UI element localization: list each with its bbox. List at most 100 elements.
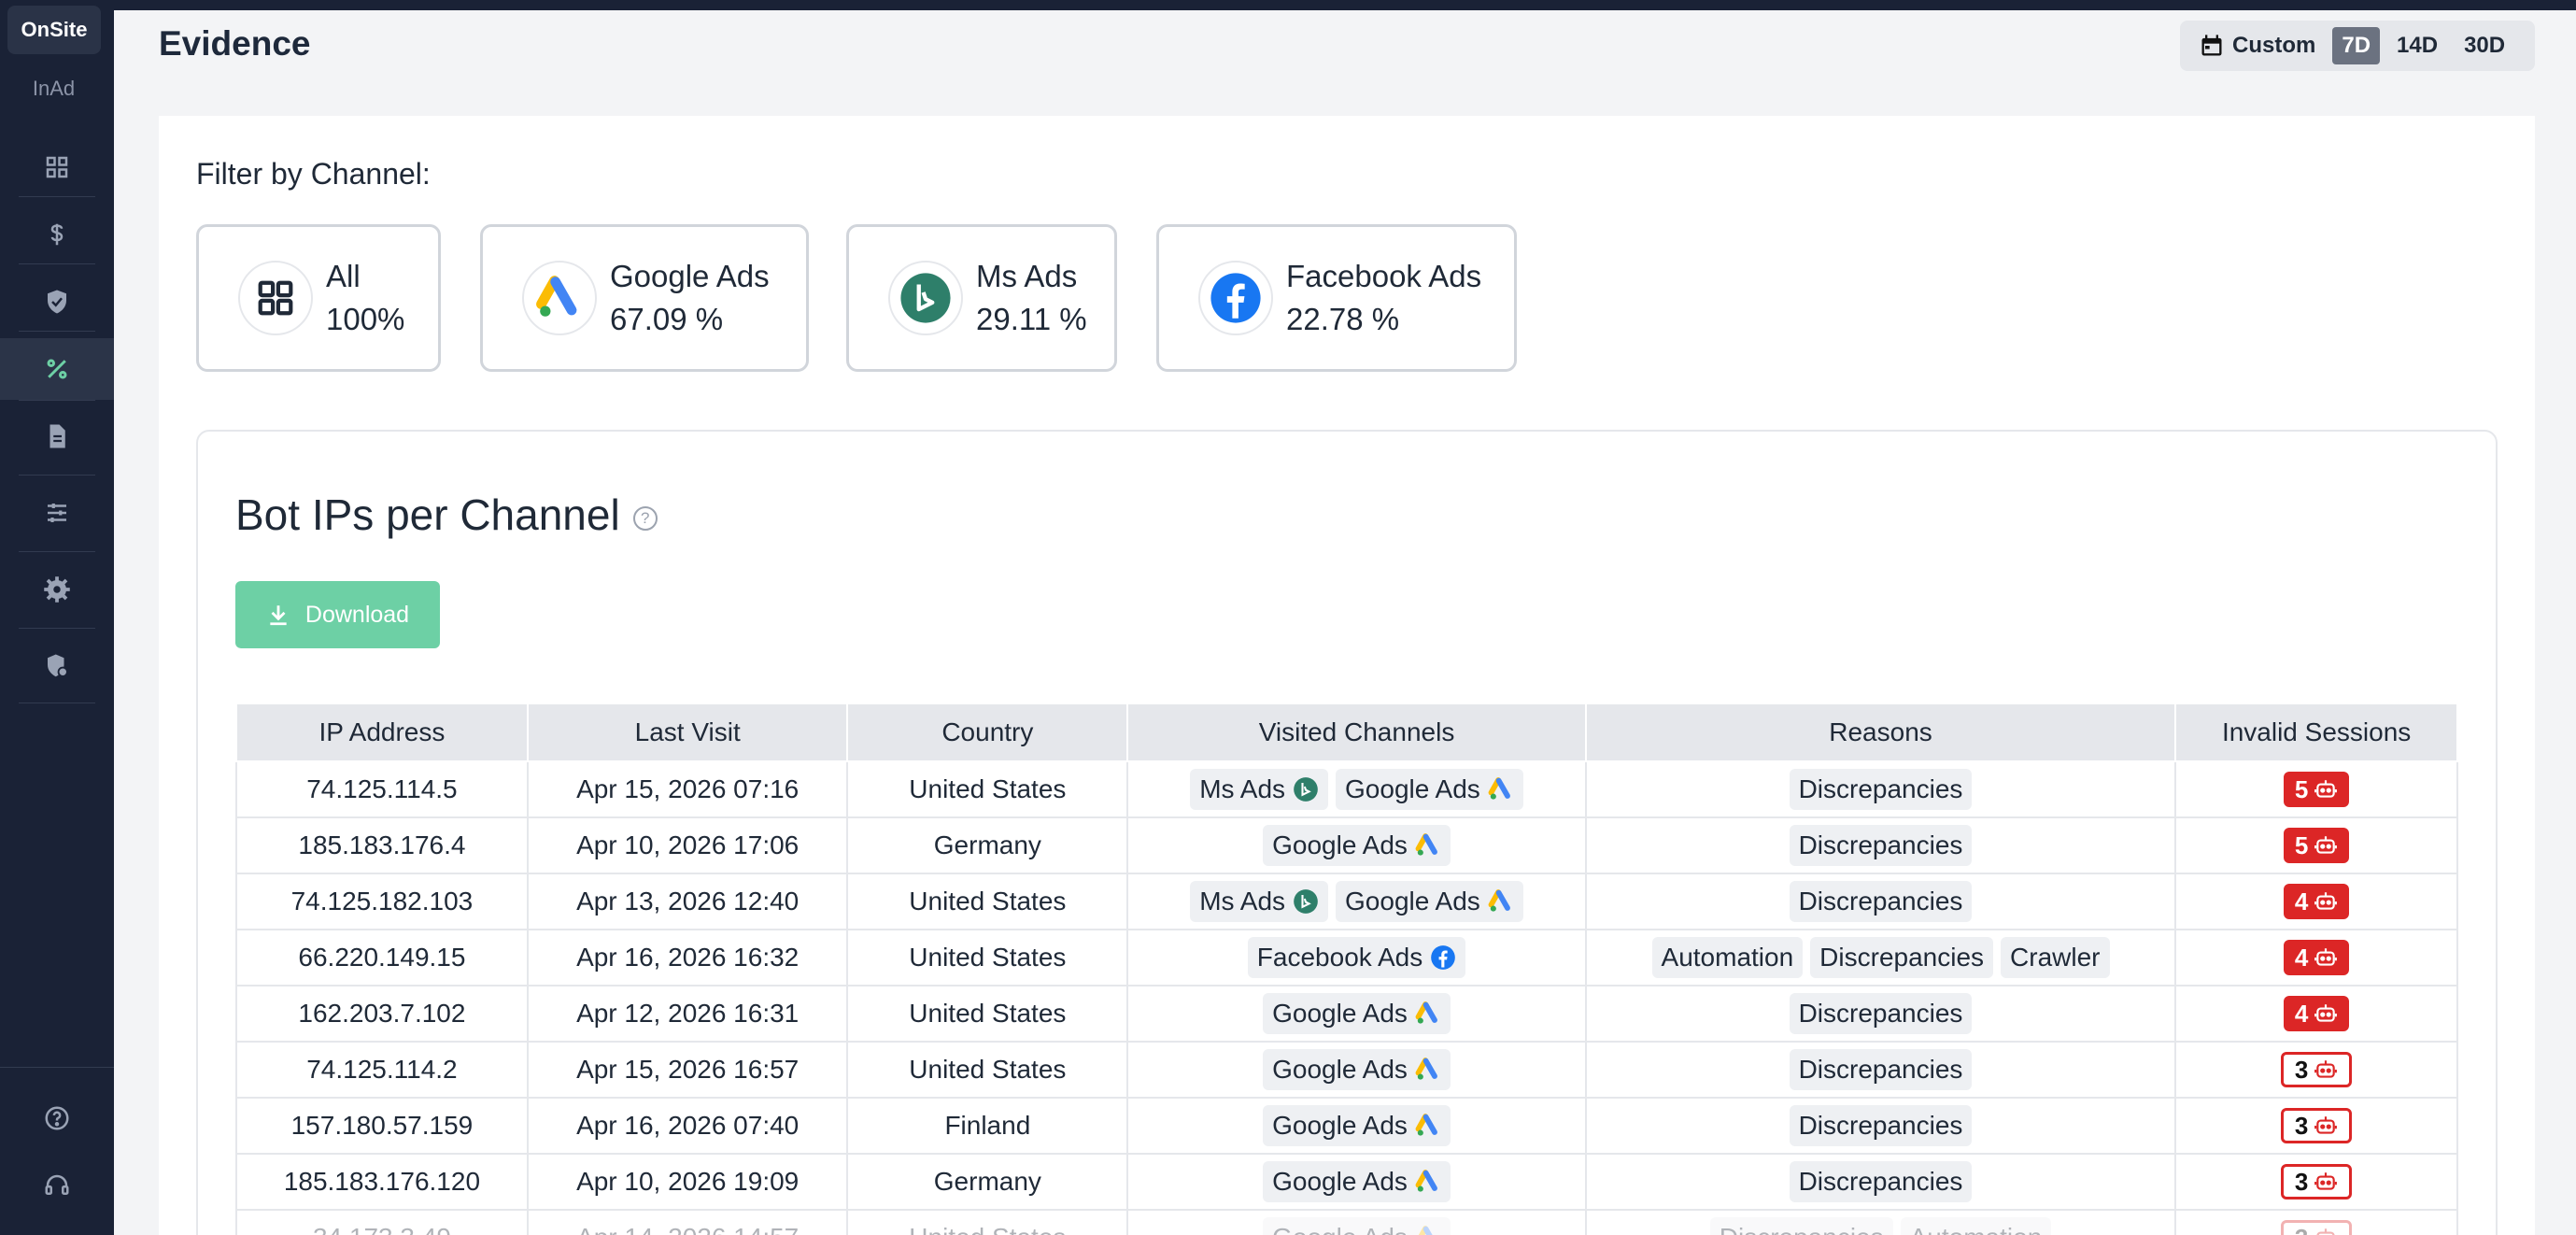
divider [19,263,95,264]
range-30d-button[interactable]: 30D [2455,27,2514,64]
invalid-sessions-badge[interactable]: 4 [2283,940,2350,975]
country-cell: Germany [846,816,1129,874]
channel-percentage: 22.78 % [1286,302,1400,336]
divider [19,628,95,629]
reason-chip: Discrepancies [1789,881,1973,922]
session-count: 3 [2294,1111,2309,1140]
last-visit-cell: Apr 16, 2026 16:32 [526,929,849,987]
session-count: 4 [2294,887,2309,916]
reason-chip: Discrepancies [1789,1049,1973,1090]
invalid-sessions-cell: 3 [2174,1097,2458,1155]
range-14d-button[interactable]: 14D [2387,27,2447,64]
divider [0,1067,114,1068]
sidebar-item-evidence[interactable] [0,338,114,400]
table-row[interactable]: 66.220.149.15 Apr 16, 2026 16:32 United St… [235,929,2458,987]
column-header[interactable]: Country [846,703,1129,762]
google-ads-icon [1488,888,1514,915]
last-visit-cell: Apr 10, 2026 17:06 [526,816,849,874]
sidebar-item-settings[interactable] [0,559,114,620]
reasons-cell: Discrepancies Automation [1584,1209,2177,1235]
sidebar-item-dashboard[interactable] [0,136,114,198]
table-row[interactable]: 74.125.114.2 Apr 15, 2026 16:57 United Sta… [235,1041,2458,1099]
table-row[interactable]: 157.180.57.159 Apr 16, 2026 07:40 Finland G… [235,1097,2458,1155]
brand-onsite-button[interactable]: OnSite [7,6,101,54]
channel-filter-ms-ads[interactable]: Ms Ads 29.11 % [846,224,1117,372]
channel-chip: Google Ads [1263,993,1451,1034]
grid-icon [238,261,313,335]
help-icon[interactable]: ? [632,506,658,531]
reasons-cell: Discrepancies [1584,1153,2177,1211]
channel-chip-label: Ms Ads [1199,887,1286,916]
channel-percentage: 67.09 % [610,302,724,336]
channel-chip: Facebook Ads [1247,937,1466,978]
download-button[interactable]: Download [235,581,440,648]
sidebar-item-security-settings[interactable] [0,635,114,697]
invalid-sessions-cell: 5 [2174,760,2458,818]
sidebar-item-billing[interactable] [0,204,114,265]
invalid-sessions-badge[interactable]: 4 [2283,996,2350,1031]
last-visit-cell: Apr 16, 2026 07:40 [526,1097,849,1155]
range-7d-button[interactable]: 7D [2332,27,2381,64]
invalid-sessions-cell: 4 [2174,873,2458,930]
invalid-sessions-cell: 3 [2174,1041,2458,1099]
table-row[interactable]: 74.125.114.5 Apr 15, 2026 07:16 United Sta… [235,760,2458,818]
support-button[interactable] [0,1155,114,1216]
table-row[interactable]: 185.183.176.4 Apr 10, 2026 17:06 Germany Go… [235,816,2458,874]
sidebar-item-rules[interactable] [0,482,114,544]
country-cell: United States [846,929,1129,987]
invalid-sessions-badge[interactable]: 3 [2280,1052,2353,1087]
reason-chip: Discrepancies [1810,937,1994,978]
sidebar-item-reports[interactable] [0,405,114,467]
invalid-sessions-cell: 5 [2174,816,2458,874]
sidebar-item-protection[interactable] [0,271,114,333]
shield-gear-icon [48,654,68,677]
country-cell: United States [846,985,1129,1043]
invalid-sessions-badge[interactable]: 3 [2280,1220,2353,1235]
invalid-sessions-badge[interactable]: 5 [2283,772,2350,807]
column-header[interactable]: Visited Channels [1126,703,1587,762]
last-visit-cell: Apr 15, 2026 07:16 [526,760,849,818]
section-title-text: Bot IPs per Channel [235,490,620,539]
reason-chip: Discrepancies [1789,1105,1973,1146]
reason-chip: Automation [1651,937,1804,978]
channel-percentage: 29.11 % [976,302,1087,336]
help-icon [45,1106,69,1130]
table-row[interactable]: 185.183.176.120 Apr 10, 2026 19:09 Germany… [235,1153,2458,1211]
session-count: 3 [2295,1224,2308,1235]
invalid-sessions-badge[interactable]: 3 [2280,1164,2353,1200]
invalid-sessions-badge[interactable]: 3 [2280,1108,2353,1143]
visited-channels-cell: Google Ads [1126,1097,1587,1155]
table-row[interactable]: 34.173.3.49Apr 14, 2026 14:57United Stat… [235,1209,2458,1235]
country-cell: Germany [846,1153,1129,1211]
ip-address-cell: 185.183.176.120 [235,1153,529,1211]
column-header[interactable]: Last Visit [526,703,849,762]
country-cell: Finland [846,1097,1129,1155]
robot-icon [2314,1058,2338,1082]
robot-icon [2314,1170,2338,1194]
bing-icon [1293,888,1319,915]
brand-inad-link[interactable]: InAd [0,77,107,101]
reasons-cell: Discrepancies [1584,1097,2177,1155]
table-row[interactable]: 74.125.182.103 Apr 13, 2026 12:40 United S… [235,873,2458,930]
table-row[interactable]: 162.203.7.102 Apr 12, 2026 16:31 United St… [235,985,2458,1043]
column-header[interactable]: IP Address [235,703,529,762]
sliders-icon [48,504,66,522]
channel-chip-label: Ms Ads [1199,774,1286,803]
invalid-sessions-badge[interactable]: 5 [2283,828,2350,863]
last-visit-cell: Apr 14, 2026 14:57 [526,1209,849,1235]
help-button[interactable] [0,1087,114,1149]
ip-address-cell: 157.180.57.159 [235,1097,529,1155]
channel-filter-facebook-ads[interactable]: Facebook Ads 22.78 % [1156,224,1517,372]
session-count: 4 [2294,999,2309,1028]
custom-range-button[interactable]: Custom [2189,27,2325,64]
channel-filter-all[interactable]: All 100% [196,224,441,372]
visited-channels-cell: Google Ads [1126,1153,1587,1211]
column-header[interactable]: Reasons [1584,703,2177,762]
channel-filter-google-ads[interactable]: Google Ads 67.09 % [480,224,809,372]
session-count: 3 [2294,1055,2309,1084]
gear-icon [44,576,70,603]
column-header[interactable]: Invalid Sessions [2174,703,2458,762]
channel-percentage: 100% [326,302,405,336]
invalid-sessions-badge[interactable]: 4 [2283,884,2350,919]
ip-address-cell: 74.125.114.2 [235,1041,529,1099]
